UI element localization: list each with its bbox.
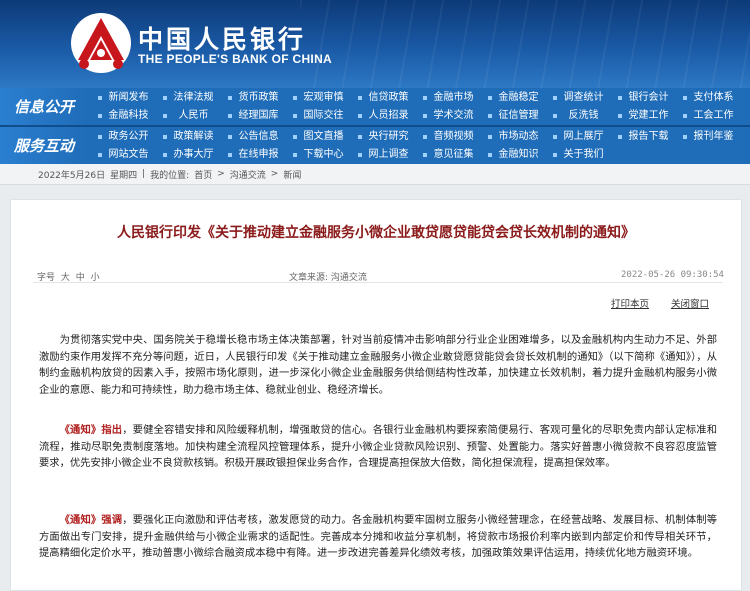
banner-decoration bbox=[300, 0, 750, 88]
nav-item[interactable]: 公告信息 bbox=[226, 128, 291, 146]
nav-item[interactable]: 央行研究 bbox=[356, 128, 421, 146]
nav-group-service-interaction: 服务互动 bbox=[0, 127, 88, 164]
paragraph-text: ，要健全容错安排和风险缓释机制，增强敢贷的信心。各银行业金融机构要探索简便易行、… bbox=[39, 424, 717, 469]
nav-item[interactable]: 党建工作 bbox=[616, 107, 681, 125]
nav-item[interactable]: 经理国库 bbox=[226, 107, 291, 125]
nav-item[interactable]: 人民币 bbox=[161, 107, 226, 125]
print-page-link[interactable]: 打印本页 bbox=[611, 296, 649, 310]
nav-divider bbox=[0, 125, 750, 127]
main-navigation: 信息公开 服务互动 新闻发布 法律法规 货币政策 宏观审慎 信贷政策 金融市场 … bbox=[0, 88, 750, 164]
nav-item[interactable]: 办事大厅 bbox=[161, 146, 226, 164]
paragraph-text: 为贯彻落实党中央、国务院关于稳增长稳市场主体决策部署，针对当前疫情冲击影响部分行… bbox=[39, 334, 717, 396]
nav-row-4: 网站文告 办事大厅 在线申报 下载中心 网上调查 意见征集 金融知识 关于我们 bbox=[96, 146, 750, 164]
pboc-logo-icon[interactable] bbox=[70, 12, 132, 74]
bank-name-cn: 中国人民银行 bbox=[138, 25, 307, 54]
nav-item[interactable]: 国际交往 bbox=[291, 107, 356, 125]
nav-item[interactable]: 宏观审慎 bbox=[291, 89, 356, 107]
nav-item[interactable]: 下载中心 bbox=[291, 146, 356, 164]
nav-item[interactable]: 网站文告 bbox=[96, 146, 161, 164]
nav-item[interactable]: 调查统计 bbox=[551, 89, 616, 107]
nav-item[interactable]: 货币政策 bbox=[226, 89, 291, 107]
nav-item[interactable]: 银行会计 bbox=[616, 89, 681, 107]
nav-item[interactable]: 金融稳定 bbox=[486, 89, 551, 107]
current-weekday: 星期四 bbox=[110, 170, 138, 181]
nav-item[interactable]: 反洗钱 bbox=[551, 107, 616, 125]
nav-item[interactable]: 新闻发布 bbox=[96, 89, 161, 107]
close-window-link[interactable]: 关闭窗口 bbox=[671, 296, 709, 310]
location-label: 我的位置: bbox=[150, 170, 190, 181]
nav-item[interactable]: 意见征集 bbox=[421, 146, 486, 164]
nav-item[interactable]: 关于我们 bbox=[551, 146, 616, 164]
nav-item[interactable]: 金融知识 bbox=[486, 146, 551, 164]
nav-row-2: 金融科技 人民币 经理国库 国际交往 人员招录 学术交流 征信管理 反洗钱 党建… bbox=[96, 107, 750, 125]
current-date: 2022年5月26日 bbox=[38, 170, 106, 181]
article-datetime: 2022-05-26 09:30:54 bbox=[621, 270, 724, 280]
nav-item[interactable]: 图文直播 bbox=[291, 128, 356, 146]
nav-item[interactable]: 工会工作 bbox=[681, 107, 746, 125]
nav-item[interactable]: 政务公开 bbox=[96, 128, 161, 146]
article-paragraph-3: 《通知》强调，要强化正向激励和评估考核，激发愿贷的动力。各金融机构要牢固树立服务… bbox=[39, 512, 717, 562]
breadcrumb-separator: > bbox=[217, 169, 225, 179]
article-panel: 人民银行印发《关于推动建立金融服务小微企业敢贷愿贷能贷会贷长效机制的通知》 字号… bbox=[10, 199, 742, 591]
nav-item[interactable]: 报告下载 bbox=[616, 128, 681, 146]
nav-item[interactable]: 在线申报 bbox=[226, 146, 291, 164]
nav-item[interactable]: 支付体系 bbox=[681, 89, 746, 107]
nav-item[interactable]: 征信管理 bbox=[486, 107, 551, 125]
nav-item[interactable]: 政策解读 bbox=[161, 128, 226, 146]
header-banner: 中国人民银行 THE PEOPLE'S BANK OF CHINA bbox=[0, 0, 750, 88]
nav-row-3: 政务公开 政策解读 公告信息 图文直播 央行研究 音频视频 市场动态 网上展厅 … bbox=[96, 128, 750, 146]
breadcrumb-separator: > bbox=[270, 169, 279, 179]
article-paragraph-1: 为贯彻落实党中央、国务院关于稳增长稳市场主体决策部署，针对当前疫情冲击影响部分行… bbox=[39, 332, 717, 398]
nav-item[interactable]: 网上调查 bbox=[356, 146, 421, 164]
nav-item[interactable]: 学术交流 bbox=[421, 107, 486, 125]
breadcrumb-item-news[interactable]: 新闻 bbox=[283, 168, 301, 181]
nav-row-1: 新闻发布 法律法规 货币政策 宏观审慎 信贷政策 金融市场 金融稳定 调查统计 … bbox=[96, 89, 750, 107]
paragraph-text: ，要强化正向激励和评估考核，激发愿贷的动力。各金融机构要牢固树立服务小微经营理念… bbox=[39, 514, 717, 559]
breadcrumb-separator: | bbox=[142, 169, 146, 179]
nav-item[interactable]: 法律法规 bbox=[161, 89, 226, 107]
nav-item[interactable]: 人员招录 bbox=[356, 107, 421, 125]
nav-item[interactable]: 信贷政策 bbox=[356, 89, 421, 107]
nav-group-info-public: 信息公开 bbox=[0, 88, 88, 125]
divider bbox=[33, 282, 723, 283]
breadcrumb: 2022年5月26日 星期四 | 我的位置: 首页 > 沟通交流 > 新闻 bbox=[0, 164, 750, 185]
nav-item[interactable]: 金融市场 bbox=[421, 89, 486, 107]
paragraph-highlight: 《通知》指出 bbox=[59, 424, 123, 436]
breadcrumb-item-communication[interactable]: 沟通交流 bbox=[230, 168, 266, 181]
paragraph-highlight: 《通知》强调 bbox=[59, 514, 123, 526]
nav-item[interactable]: 报刊年鉴 bbox=[681, 128, 746, 146]
nav-item[interactable]: 市场动态 bbox=[486, 128, 551, 146]
article-title: 人民银行印发《关于推动建立金融服务小微企业敢贷愿贷能贷会贷长效机制的通知》 bbox=[117, 225, 635, 241]
article-paragraph-2: 《通知》指出，要健全容错安排和风险缓释机制，增强敢贷的信心。各银行业金融机构要探… bbox=[39, 422, 717, 472]
breadcrumb-item-home[interactable]: 首页 bbox=[194, 168, 212, 181]
bank-name-en: THE PEOPLE'S BANK OF CHINA bbox=[138, 52, 332, 66]
nav-item[interactable]: 音频视频 bbox=[421, 128, 486, 146]
nav-item[interactable]: 网上展厅 bbox=[551, 128, 616, 146]
nav-item[interactable]: 金融科技 bbox=[96, 107, 161, 125]
